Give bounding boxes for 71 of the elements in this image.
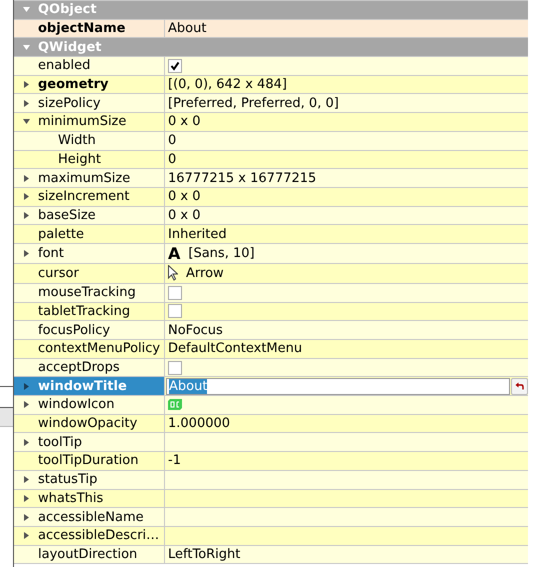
undo-arrow-icon xyxy=(515,382,524,390)
property-name[interactable]: layoutDirection xyxy=(38,546,138,562)
group-title: QWidget xyxy=(38,40,102,55)
checkbox[interactable] xyxy=(168,58,182,73)
collapsed-arrow-icon[interactable] xyxy=(24,212,28,219)
property-value: [Sans, 10] xyxy=(188,246,255,261)
collapsed-arrow-icon[interactable] xyxy=(24,514,28,521)
checkbox[interactable] xyxy=(168,360,182,375)
property-value: 0 x 0 xyxy=(168,189,200,204)
font-glyph: A xyxy=(168,244,180,263)
property-name[interactable]: maximumSize xyxy=(38,170,130,186)
property-name[interactable]: enabled xyxy=(38,58,90,74)
collapsed-arrow-icon[interactable] xyxy=(24,382,28,390)
property-value: [(0, 0), 642 x 484] xyxy=(168,77,287,92)
expanded-arrow-icon[interactable] xyxy=(22,119,30,124)
property-value: 1.000000 xyxy=(168,416,230,432)
reset-button[interactable] xyxy=(511,378,528,395)
property-name[interactable]: toolTip xyxy=(38,434,82,450)
property-name[interactable]: statusTip xyxy=(38,472,98,488)
property-name[interactable]: geometry xyxy=(38,77,109,92)
property-name[interactable]: acceptDrops xyxy=(38,360,120,376)
property-name[interactable]: contextMenuPolicy xyxy=(38,341,160,356)
property-value: NoFocus xyxy=(168,322,223,338)
property-name[interactable]: windowOpacity xyxy=(38,416,138,432)
property-name[interactable]: windowIcon xyxy=(38,397,114,412)
panel-edge xyxy=(0,408,13,427)
collapsed-arrow-icon[interactable] xyxy=(24,250,28,257)
collapsed-arrow-icon[interactable] xyxy=(24,476,28,484)
property-name[interactable]: accessibleDescri… xyxy=(38,528,160,544)
property-value: 16777215 x 16777215 xyxy=(168,170,316,186)
property-name[interactable]: baseSize xyxy=(38,208,96,223)
property-name[interactable]: whatsThis xyxy=(38,490,104,506)
checkbox[interactable] xyxy=(168,304,182,318)
property-value: DefaultContextMenu xyxy=(168,341,302,356)
group-title: QObject xyxy=(38,2,97,18)
property-name[interactable]: Width xyxy=(58,133,96,148)
collapsed-arrow-icon[interactable] xyxy=(24,193,28,200)
property-name[interactable]: cursor xyxy=(38,266,79,281)
property-name[interactable]: sizePolicy xyxy=(38,96,101,111)
property-value: Arrow xyxy=(186,266,224,281)
collapsed-arrow-icon[interactable] xyxy=(24,401,28,408)
property-name[interactable]: minimumSize xyxy=(38,114,126,130)
property-name[interactable]: mouseTracking xyxy=(38,285,136,300)
property-value: 0 x 0 xyxy=(168,208,200,223)
property-value: Inherited xyxy=(168,226,227,242)
property-value: 0 x 0 xyxy=(168,114,200,130)
collapsed-arrow-icon[interactable] xyxy=(24,100,28,107)
property-value: About xyxy=(168,21,206,36)
property-value: -1 xyxy=(168,453,181,468)
property-name[interactable]: focusPolicy xyxy=(38,322,110,338)
checkbox[interactable] xyxy=(168,286,182,300)
property-name[interactable]: toolTipDuration xyxy=(38,453,138,468)
collapsed-arrow-icon[interactable] xyxy=(24,494,28,502)
property-value: 0 xyxy=(168,133,176,148)
collapsed-arrow-icon[interactable] xyxy=(24,532,28,540)
property-name[interactable]: objectName xyxy=(38,21,126,36)
app-icon xyxy=(168,399,182,410)
property-name[interactable]: Height xyxy=(58,152,101,167)
property-value: 0 xyxy=(168,152,176,167)
input-field[interactable]: About xyxy=(166,378,510,395)
collapsed-arrow-icon[interactable] xyxy=(24,81,28,88)
arrow-cursor-icon xyxy=(168,265,178,282)
collapsed-arrow-icon[interactable] xyxy=(24,174,28,182)
property-name[interactable]: accessibleName xyxy=(38,510,144,525)
property-value: LeftToRight xyxy=(168,546,240,562)
property-name[interactable]: tabletTracking xyxy=(38,304,130,319)
collapsed-arrow-icon[interactable] xyxy=(24,438,28,446)
property-value: [Preferred, Preferred, 0, 0] xyxy=(168,96,339,111)
property-name[interactable]: font xyxy=(38,246,64,261)
property-name[interactable]: palette xyxy=(38,226,84,242)
property-name[interactable]: sizeIncrement xyxy=(38,189,130,204)
